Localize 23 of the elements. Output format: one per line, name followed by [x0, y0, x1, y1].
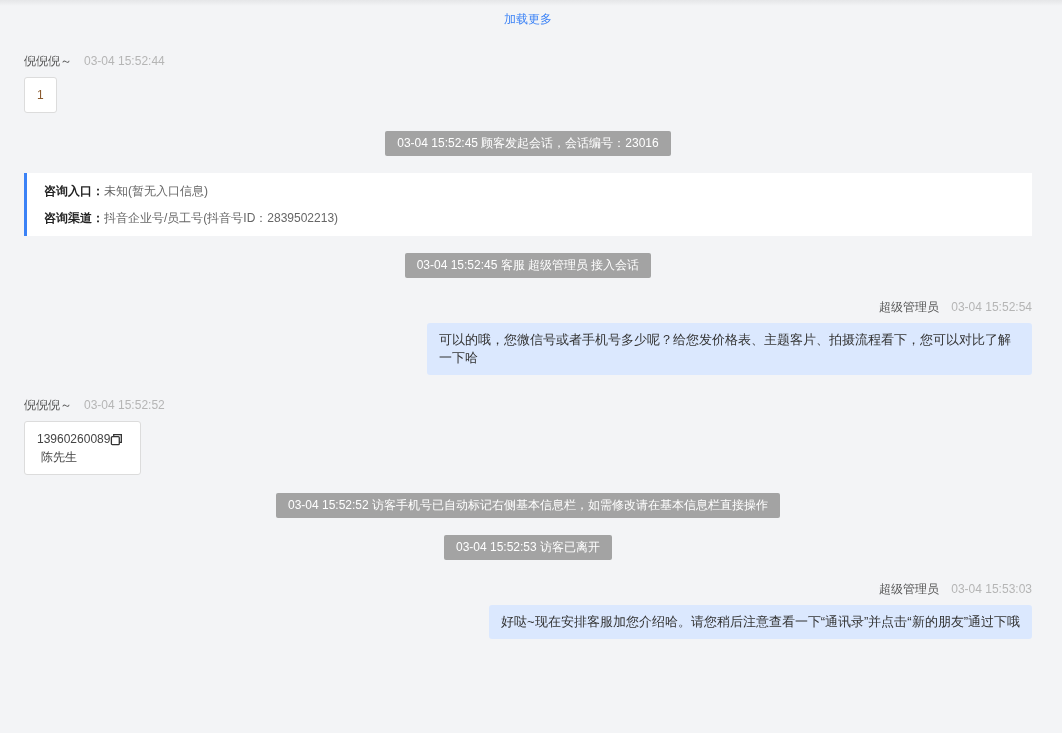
- system-notice: 03-04 15:52:45 顾客发起会话，会话编号：23016: [385, 131, 671, 156]
- sender-name: 倪倪倪～: [24, 53, 72, 69]
- load-more-link[interactable]: 加载更多: [504, 11, 552, 27]
- sender-name: 超级管理员: [879, 299, 940, 315]
- message-time: 03-04 15:52:54: [951, 299, 1032, 315]
- contact-name: 陈先生: [40, 449, 78, 466]
- message-time: 03-04 15:52:44: [84, 53, 165, 69]
- info-label: 咨询入口：: [44, 183, 104, 200]
- sender-name: 倪倪倪～: [24, 397, 72, 413]
- message-bubble: 1: [24, 77, 57, 113]
- phone-number: 13960260089: [37, 431, 111, 448]
- message-time: 03-04 15:53:03: [951, 581, 1032, 597]
- sender-name: 超级管理员: [879, 581, 940, 597]
- system-notice: 03-04 15:52:52 访客手机号已自动标记右侧基本信息栏，如需修改请在基本信息栏直接操作: [275, 493, 781, 518]
- info-value: 抖音企业号/员工号(抖音号ID：2839502213): [104, 210, 339, 227]
- message-bubble: 可以的哦，您微信号或者手机号多少呢？给您发价格表、主题客片、拍摄流程看下，您可以对比了解一下哈: [427, 323, 1032, 375]
- info-value: 未知(暂无入口信息): [104, 183, 208, 200]
- message-bubble: 好哒~现在安排客服加您介绍哈。请您稍后注意查看一下“通讯录”并点击“新的朋友”通过下哦: [489, 605, 1032, 639]
- message-time: 03-04 15:52:52: [84, 397, 165, 413]
- system-notice: 03-04 15:52:53 访客已离开: [443, 535, 613, 560]
- info-label: 咨询渠道：: [44, 210, 104, 227]
- system-notice: 03-04 15:52:45 客服 超级管理员 接入会话: [404, 253, 652, 278]
- copy-icon[interactable]: [110, 432, 124, 446]
